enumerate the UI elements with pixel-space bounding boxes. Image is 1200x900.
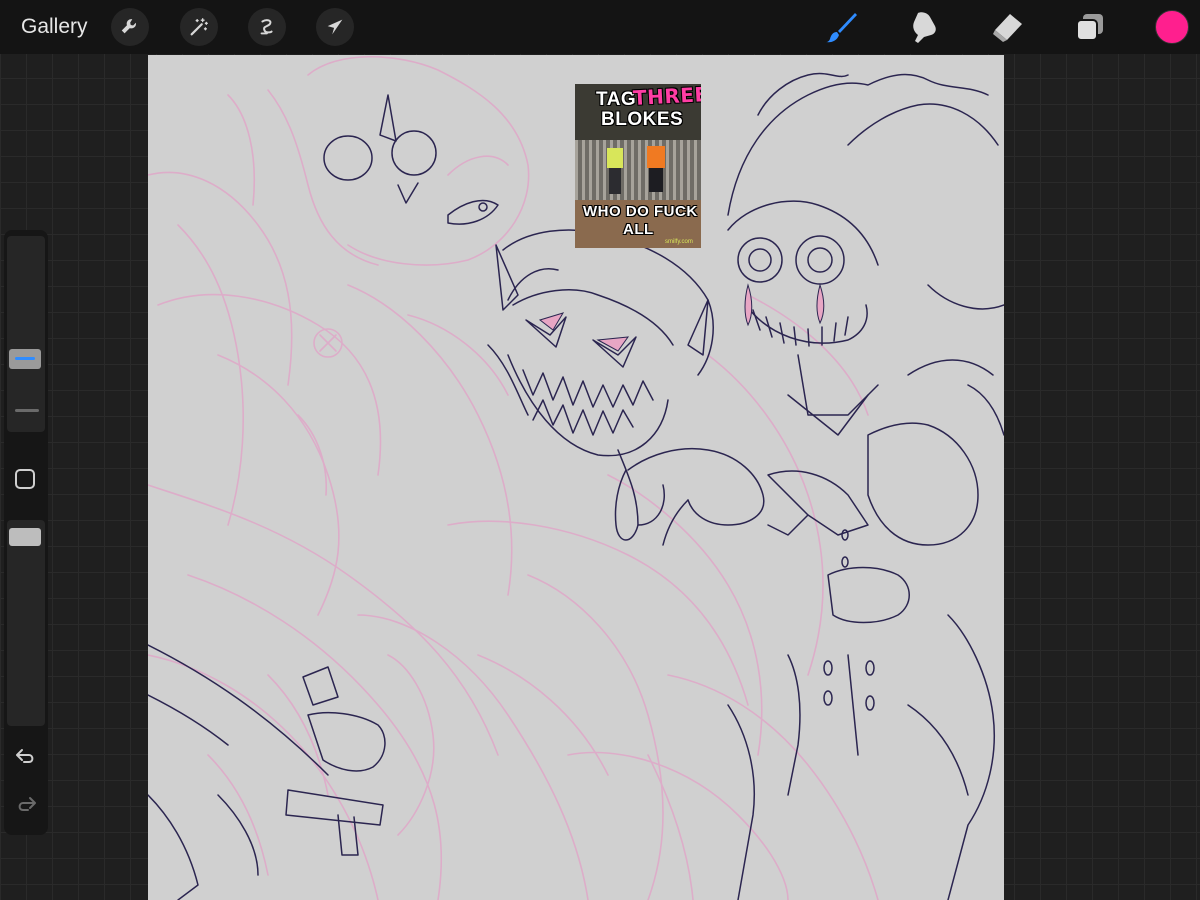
meme-fence bbox=[575, 140, 701, 200]
brush-opacity-handle[interactable] bbox=[9, 528, 41, 546]
eraser-icon[interactable] bbox=[989, 9, 1025, 45]
drawing-canvas[interactable]: TAG THREE BLOKES WHO DO FUCK ALL smilfy.… bbox=[148, 55, 1004, 900]
magic-wand-icon[interactable] bbox=[180, 8, 218, 46]
brush-size-slider[interactable] bbox=[7, 236, 45, 432]
gallery-button[interactable]: Gallery bbox=[21, 14, 88, 40]
wrench-icon[interactable] bbox=[111, 8, 149, 46]
brush-size-handle[interactable] bbox=[9, 349, 41, 369]
redo-icon[interactable] bbox=[14, 793, 38, 817]
brush-opacity-slider[interactable] bbox=[7, 520, 45, 726]
top-toolbar: Gallery bbox=[0, 0, 1200, 54]
selection-icon[interactable] bbox=[248, 8, 286, 46]
smudge-icon[interactable] bbox=[906, 9, 942, 45]
meme-worker-2-legs bbox=[649, 168, 663, 192]
meme-image[interactable]: TAG THREE BLOKES WHO DO FUCK ALL smilfy.… bbox=[575, 84, 701, 248]
meme-text-tag: TAG bbox=[596, 89, 637, 110]
modify-square-icon[interactable] bbox=[15, 469, 35, 489]
meme-text-who-do: WHO DO FUCK bbox=[583, 203, 698, 220]
brush-icon[interactable] bbox=[824, 9, 860, 45]
meme-worker-1 bbox=[607, 148, 623, 168]
layers-icon[interactable] bbox=[1072, 9, 1108, 45]
brush-size-secondary-mark bbox=[15, 409, 39, 412]
meme-watermark: smilfy.com bbox=[665, 239, 693, 245]
meme-text-blokes: BLOKES bbox=[601, 109, 684, 130]
meme-text-all: ALL bbox=[623, 221, 654, 238]
transform-arrow-icon[interactable] bbox=[316, 8, 354, 46]
accent-marks bbox=[538, 283, 825, 352]
color-picker-swatch[interactable] bbox=[1155, 10, 1189, 44]
meme-text-three: THREE bbox=[632, 84, 701, 110]
meme-worker-2 bbox=[647, 146, 665, 168]
undo-icon[interactable] bbox=[14, 745, 38, 769]
sketch-layer bbox=[148, 55, 879, 900]
meme-worker-1-legs bbox=[609, 168, 621, 194]
left-sidebar bbox=[4, 230, 48, 835]
